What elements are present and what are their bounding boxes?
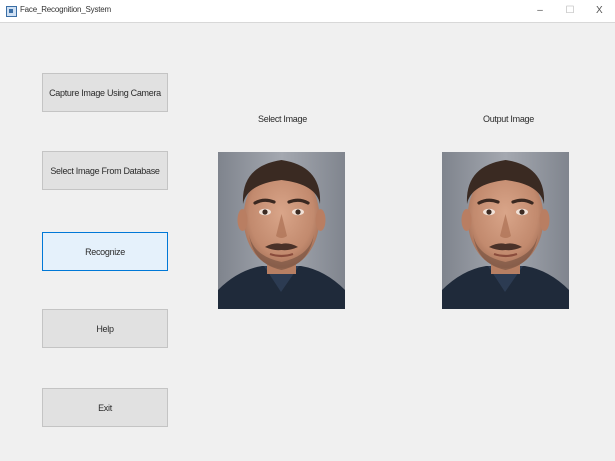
recognize-button[interactable]: Recognize [42,232,168,271]
select-image-button[interactable]: Select Image From Database [42,151,168,190]
help-button[interactable]: Help [42,309,168,348]
selected-face-image [218,152,345,309]
window-title: Face_Recognition_System [20,5,112,14]
title-bar[interactable]: Face_Recognition_System – ☐ X [0,0,615,23]
exit-button[interactable]: Exit [42,388,168,427]
output-face-image [442,152,569,309]
maximize-button[interactable]: ☐ [558,2,582,20]
app-icon [6,6,17,17]
close-button[interactable]: X [596,2,615,20]
minimize-button[interactable]: – [528,2,552,20]
output-image-label: Output Image [483,114,534,124]
app-window: Face_Recognition_System – ☐ X Capture Im… [0,0,615,461]
capture-image-button[interactable]: Capture Image Using Camera [42,73,168,112]
select-image-label: Select Image [258,114,307,124]
